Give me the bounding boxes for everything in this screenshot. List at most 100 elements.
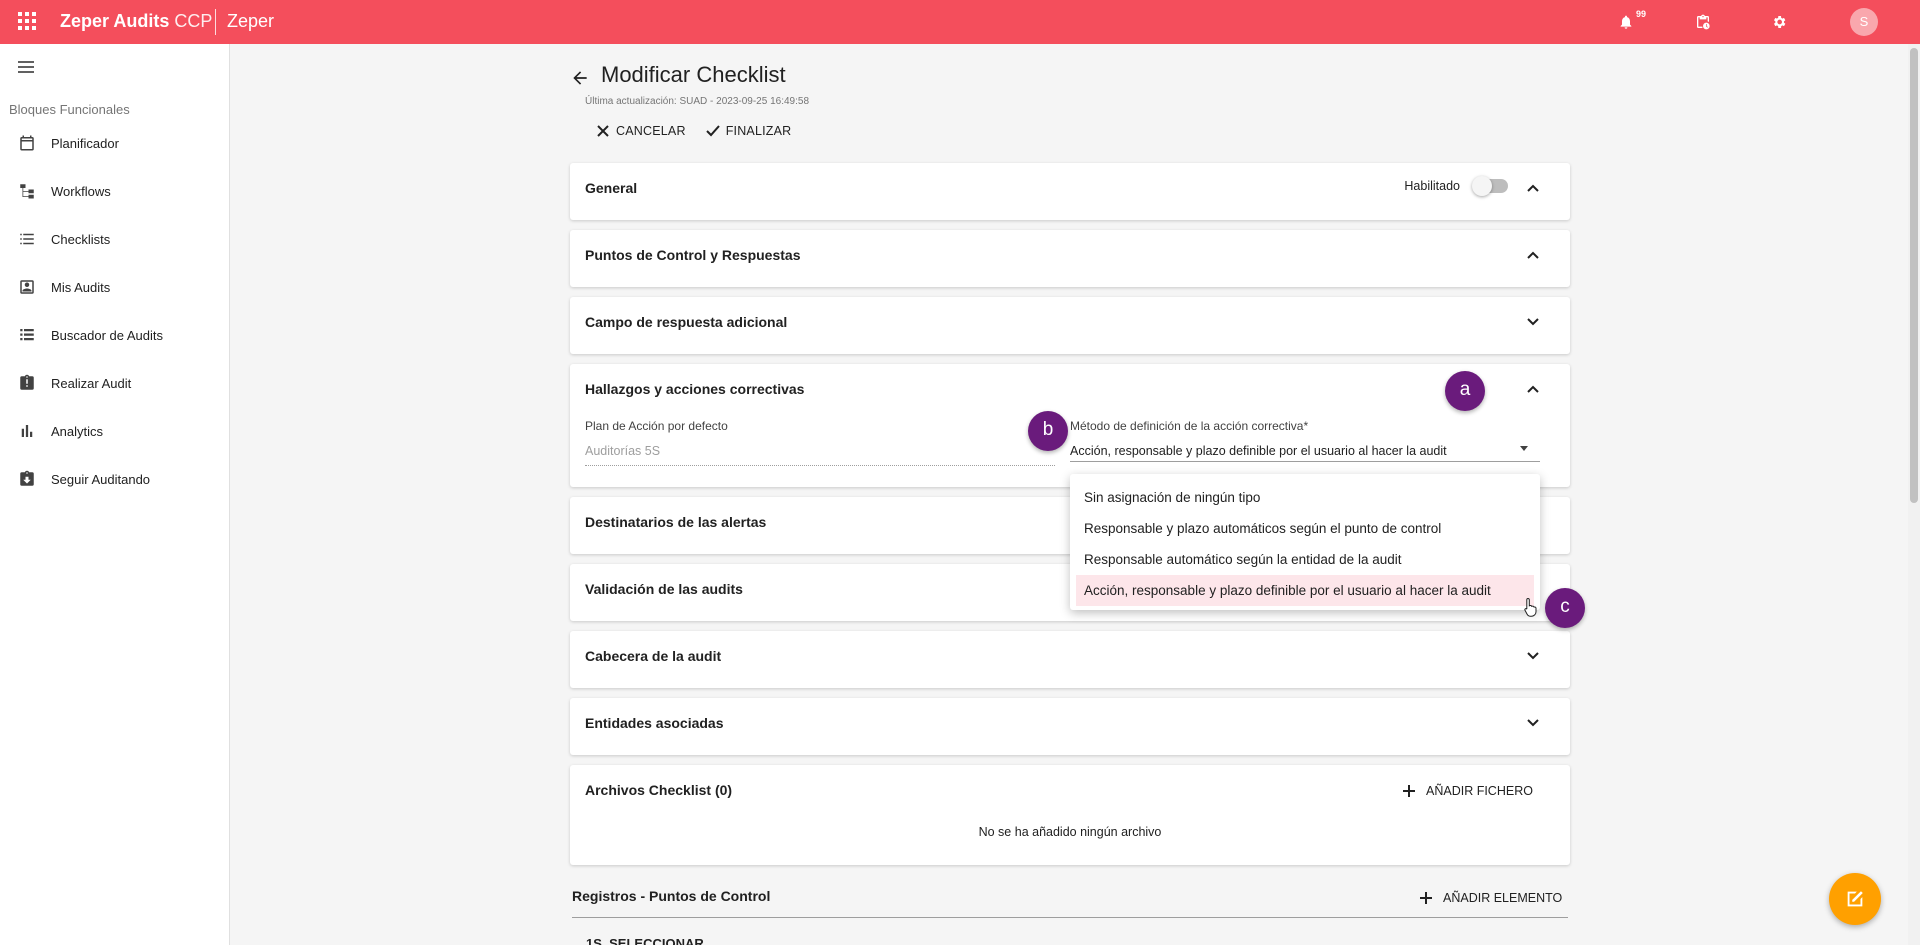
page-title: Modificar Checklist: [601, 62, 786, 87]
action-plan-value: Auditorías 5S: [585, 444, 661, 458]
sidebar-item-analytics[interactable]: Analytics: [0, 411, 229, 451]
feedback-fab-button[interactable]: [1829, 873, 1881, 925]
add-file-button[interactable]: AÑADIR FICHERO: [1402, 784, 1533, 798]
action-plan-label: Plan de Acción por defecto: [585, 419, 728, 433]
corrective-method-dropdown: Sin asignación de ningún tipo Responsabl…: [1070, 474, 1540, 610]
corrective-method-select[interactable]: Acción, responsable y plazo definible po…: [1070, 434, 1540, 462]
sidebar-item-label: Seguir Auditando: [51, 471, 151, 487]
app-brand[interactable]: Zeper Audits CCP: [60, 11, 212, 32]
dropdown-option[interactable]: Responsable y plazo automáticos según el…: [1076, 513, 1534, 544]
top-app-bar: Zeper Audits CCP Zeper 99 S: [0, 0, 1920, 44]
page-scrollbar[interactable]: [1908, 44, 1920, 945]
panel-title: Campo de respuesta adicional: [585, 314, 788, 330]
panel-findings: Hallazgos y acciones correctivas Plan de…: [570, 364, 1570, 487]
notifications-bell-icon[interactable]: [1618, 14, 1634, 30]
page-actions: CANCELAR FINALIZAR: [596, 124, 791, 138]
panel-title: Archivos Checklist (0): [585, 782, 733, 798]
panel-title: Hallazgos y acciones correctivas: [585, 381, 805, 397]
records-divider: [572, 917, 1568, 918]
add-element-label: AÑADIR ELEMENTO: [1443, 891, 1563, 905]
sidebar-item-mis-audits[interactable]: Mis Audits: [0, 267, 229, 307]
user-avatar[interactable]: S: [1850, 8, 1878, 36]
dropdown-option-selected[interactable]: Acción, responsable y plazo definible po…: [1076, 575, 1534, 606]
sidebar-item-realizar-audit[interactable]: Realizar Audit: [0, 363, 229, 403]
sidebar-item-label: Buscador de Audits: [51, 327, 164, 343]
clipboard-arrow-icon: [20, 470, 34, 486]
record-row-title[interactable]: 1S. SELECCIONAR: [586, 936, 704, 945]
chevron-up-icon[interactable]: [1526, 183, 1540, 193]
bar-chart-icon: [21, 425, 33, 437]
panel-files: Archivos Checklist (0) AÑADIR FICHERO No…: [570, 765, 1570, 865]
sidebar-item-label: Realizar Audit: [51, 375, 132, 391]
panel-title: Puntos de Control y Respuestas: [585, 247, 801, 263]
annotation-marker-c: c: [1545, 588, 1585, 628]
sidebar-item-workflows[interactable]: Workflows: [0, 171, 229, 211]
panel-control-points[interactable]: Puntos de Control y Respuestas: [570, 230, 1570, 287]
dropdown-option[interactable]: Responsable automático según la entidad …: [1076, 544, 1534, 575]
panel-title: Entidades asociadas: [585, 715, 724, 731]
apps-grid-icon[interactable]: [18, 12, 36, 30]
search-list-icon: [20, 329, 34, 341]
check-icon: [705, 125, 720, 137]
chevron-down-icon[interactable]: [1526, 317, 1540, 327]
settings-gear-icon[interactable]: [1771, 14, 1787, 30]
chevron-up-icon[interactable]: [1526, 250, 1540, 260]
finish-button-label: FINALIZAR: [725, 124, 792, 138]
brand-suffix: CCP: [174, 11, 213, 31]
sidebar-item-label: Checklists: [51, 231, 111, 247]
panel-general[interactable]: General Habilitado: [570, 163, 1570, 220]
organization-name: Zeper: [227, 11, 275, 31]
cancel-button[interactable]: CANCELAR: [596, 124, 686, 138]
dropdown-option[interactable]: Sin asignación de ningún tipo: [1076, 482, 1534, 513]
enabled-toggle-group: Habilitado: [1404, 176, 1508, 196]
account-box-icon: [20, 280, 34, 294]
hand-pointer-cursor-icon: [1524, 597, 1537, 617]
sidebar-item-buscador[interactable]: Buscador de Audits: [0, 315, 229, 355]
enabled-toggle[interactable]: [1472, 176, 1508, 196]
corrective-method-label: Método de definición de la acción correc…: [1070, 419, 1309, 433]
edit-note-icon: [1847, 891, 1863, 907]
workflow-icon: [20, 184, 34, 199]
panel-title: Validación de las audits: [585, 581, 743, 597]
brand-separator: [215, 9, 216, 35]
chevron-down-icon[interactable]: [1526, 651, 1540, 661]
panel-title: General: [585, 180, 638, 196]
records-title: Registros - Puntos de Control: [572, 888, 771, 904]
sidebar-item-label: Mis Audits: [51, 279, 111, 295]
panel-title: Cabecera de la audit: [585, 648, 722, 664]
plus-icon: [1420, 892, 1432, 904]
clipboard-clock-icon[interactable]: [1695, 14, 1711, 30]
sidebar-item-planificador[interactable]: Planificador: [0, 123, 229, 163]
clipboard-alert-icon: [20, 374, 34, 390]
sidebar-item-label: Analytics: [51, 423, 104, 439]
sidebar-item-label: Workflows: [51, 183, 111, 199]
chevron-down-icon[interactable]: [1526, 718, 1540, 728]
corrective-method-value: Acción, responsable y plazo definible po…: [1070, 444, 1447, 458]
notifications-count-badge: 99: [1636, 9, 1647, 19]
panel-extra-field[interactable]: Campo de respuesta adicional: [570, 297, 1570, 354]
sidebar-item-checklists[interactable]: Checklists: [0, 219, 229, 259]
scrollbar-thumb[interactable]: [1910, 48, 1918, 503]
sidebar: Bloques Funcionales Planificador Workflo…: [0, 44, 230, 945]
add-file-label: AÑADIR FICHERO: [1426, 784, 1533, 798]
plus-icon: [1403, 785, 1415, 797]
annotation-marker-b: b: [1028, 411, 1068, 451]
enabled-toggle-label: Habilitado: [1404, 179, 1460, 193]
brand-name: Zeper Audits: [60, 11, 170, 31]
annotation-marker-a: a: [1445, 371, 1485, 411]
panel-entities[interactable]: Entidades asociadas: [570, 698, 1570, 755]
panel-title: Destinatarios de las alertas: [585, 514, 767, 530]
finish-button[interactable]: FINALIZAR: [705, 124, 792, 138]
add-element-button[interactable]: AÑADIR ELEMENTO: [1419, 891, 1562, 905]
back-arrow-icon[interactable]: [570, 68, 590, 88]
close-icon: [597, 125, 609, 137]
sidebar-item-seguir-auditando[interactable]: Seguir Auditando: [0, 459, 229, 499]
chevron-up-icon[interactable]: [1526, 384, 1540, 394]
cancel-button-label: CANCELAR: [616, 124, 686, 138]
calendar-icon: [20, 135, 34, 151]
files-empty-message: No se ha añadido ningún archivo: [978, 825, 1162, 839]
list-icon: [20, 233, 34, 245]
panel-audit-header[interactable]: Cabecera de la audit: [570, 631, 1570, 688]
menu-hamburger-icon[interactable]: [18, 61, 34, 73]
sidebar-item-label: Planificador: [51, 135, 119, 151]
